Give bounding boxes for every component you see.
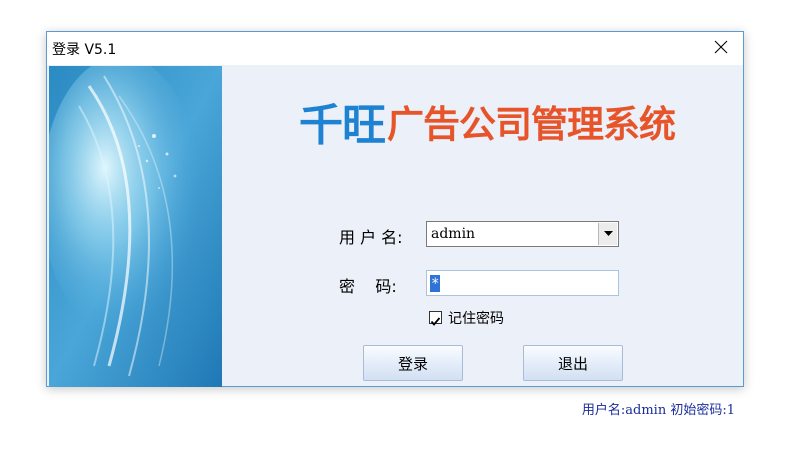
close-button[interactable] [699,32,743,65]
username-select[interactable]: admin [426,221,619,247]
exit-button[interactable]: 退出 [523,345,623,381]
dialog-body: 千旺 广告公司管理系统 用 户 名: admin 密 码: * 记住密码 登录 … [49,66,743,418]
dropdown-arrow-icon[interactable] [598,223,617,245]
password-input[interactable]: * [426,270,619,296]
username-label: 用 户 名: [339,228,403,247]
title-bar[interactable]: 登录 V5.1 [47,32,743,65]
login-button[interactable]: 登录 [363,345,463,381]
banner-image [49,66,222,387]
password-mask: * [430,275,441,292]
logo-product-name: 广告公司管理系统 [387,103,676,146]
product-logo: 千旺 广告公司管理系统 [299,92,676,151]
checkmark-icon [430,317,441,326]
remember-password-checkbox[interactable] [429,311,442,326]
username-value: admin [431,226,476,242]
login-hint: 用户名:admin 初始密码:1 [581,403,735,418]
logo-brand: 千旺 [299,100,386,151]
login-window: 登录 V5.1 千旺 广告公司管理系统 用 户 名: admin 密 码: * … [46,31,744,418]
close-icon [714,39,728,58]
window-title: 登录 V5.1 [52,42,117,58]
password-label: 密 码: [339,277,397,296]
remember-password-label[interactable]: 记住密码 [448,308,504,328]
